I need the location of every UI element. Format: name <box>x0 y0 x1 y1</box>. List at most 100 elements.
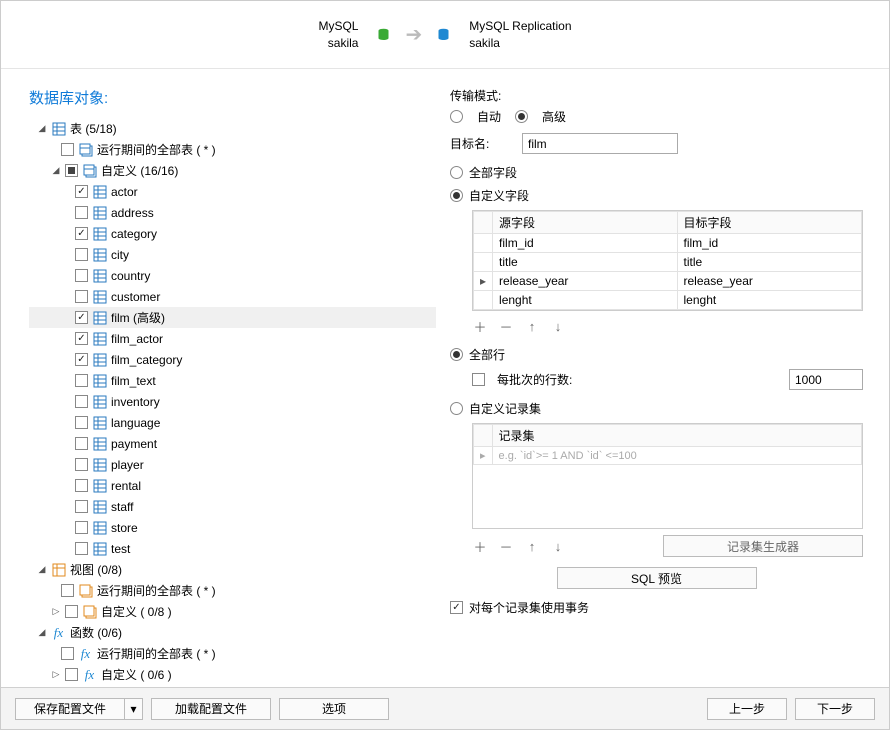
tree-table-country[interactable]: country <box>29 265 436 286</box>
table-icon <box>92 352 107 367</box>
tree-node-functions-custom[interactable]: ▷ fx 自定义 ( 0/6 ) <box>29 664 436 685</box>
field-row[interactable]: lenghtlenght <box>474 291 862 310</box>
table-multi-icon <box>78 583 93 598</box>
all-rows-label: 全部行 <box>469 346 505 363</box>
target-name-input[interactable] <box>522 133 678 154</box>
tree-table-staff[interactable]: staff <box>29 496 436 517</box>
all-fields-label: 全部字段 <box>469 164 517 181</box>
tree-table-test[interactable]: test <box>29 538 436 559</box>
checkbox-icon[interactable] <box>75 542 88 555</box>
custom-fields-label: 自定义字段 <box>469 187 529 204</box>
checkbox-icon[interactable] <box>75 374 88 387</box>
add-icon[interactable]: ＋ <box>472 317 488 336</box>
checkbox-icon[interactable] <box>75 353 88 366</box>
up-icon[interactable]: ↑ <box>524 539 540 554</box>
tree-table-inventory[interactable]: inventory <box>29 391 436 412</box>
down-icon[interactable]: ↓ <box>550 539 566 554</box>
field-row[interactable]: ▸release_yearrelease_year <box>474 272 862 291</box>
tree-label: 函数 (0/6) <box>70 624 122 641</box>
radio-advanced[interactable] <box>515 110 528 123</box>
tree-node-views-runtime[interactable]: 运行期间的全部表 ( * ) <box>29 580 436 601</box>
checkbox-icon[interactable] <box>75 395 88 408</box>
tree-table-customer[interactable]: customer <box>29 286 436 307</box>
checkbox-icon[interactable] <box>75 458 88 471</box>
batch-input[interactable] <box>789 369 863 390</box>
checkbox-icon[interactable] <box>75 185 88 198</box>
radio-auto-label: 自动 <box>477 108 501 125</box>
checkbox-batch[interactable] <box>472 373 485 386</box>
tree-table-payment[interactable]: payment <box>29 433 436 454</box>
field-row[interactable]: film_idfilm_id <box>474 234 862 253</box>
radio-advanced-label: 高级 <box>542 108 566 125</box>
checkbox-icon[interactable] <box>75 500 88 513</box>
tree-node-views-custom[interactable]: ▷ 自定义 ( 0/8 ) <box>29 601 436 622</box>
tree-node-functions-runtime[interactable]: fx 运行期间的全部表 ( * ) <box>29 643 436 664</box>
load-profile-button[interactable]: 加载配置文件 <box>151 698 271 720</box>
tree-table-city[interactable]: city <box>29 244 436 265</box>
generator-button[interactable]: 记录集生成器 <box>663 535 863 557</box>
options-button[interactable]: 选项 <box>279 698 389 720</box>
checkbox-icon[interactable] <box>65 668 78 681</box>
tree-node-tables-runtime[interactable]: 运行期间的全部表 ( * ) <box>29 139 436 160</box>
checkbox-icon[interactable] <box>75 332 88 345</box>
remove-icon[interactable]: － <box>498 537 514 556</box>
tree-table-language[interactable]: language <box>29 412 436 433</box>
tree-label: test <box>111 542 130 556</box>
save-profile-button[interactable]: 保存配置文件 <box>15 698 125 720</box>
field-row[interactable]: titletitle <box>474 253 862 272</box>
checkbox-icon[interactable] <box>75 206 88 219</box>
remove-icon[interactable]: － <box>498 317 514 336</box>
up-icon[interactable]: ↑ <box>524 319 540 334</box>
down-icon[interactable]: ↓ <box>550 319 566 334</box>
tree-table-film_actor[interactable]: film_actor <box>29 328 436 349</box>
radio-auto[interactable] <box>450 110 463 123</box>
tree-table-player[interactable]: player <box>29 454 436 475</box>
table-multi-icon <box>82 604 97 619</box>
checkbox-icon[interactable] <box>75 311 88 324</box>
field-mapping-grid[interactable]: 源字段目标字段 film_idfilm_idtitletitle▸release… <box>472 210 863 311</box>
radio-custom-fields[interactable] <box>450 189 463 202</box>
tree-node-functions[interactable]: ◢ fx 函数 (0/6) <box>29 622 436 643</box>
tree-label: 运行期间的全部表 ( * ) <box>97 141 216 158</box>
tree-table-film_text[interactable]: film_text <box>29 370 436 391</box>
tree-table-film_category[interactable]: film_category <box>29 349 436 370</box>
next-button[interactable]: 下一步 <box>795 698 875 720</box>
tree-table-rental[interactable]: rental <box>29 475 436 496</box>
tree-table-actor[interactable]: actor <box>29 181 436 202</box>
radio-custom-records[interactable] <box>450 402 463 415</box>
tables-icon <box>51 121 66 136</box>
tree-table-address[interactable]: address <box>29 202 436 223</box>
tree-table-category[interactable]: category <box>29 223 436 244</box>
source-type: MySQL <box>318 18 358 35</box>
checkbox-icon[interactable] <box>65 605 78 618</box>
checkbox-use-transaction[interactable] <box>450 601 463 614</box>
recordset-grid[interactable]: 记录集 ▸e.g. `id`>= 1 AND `id` <=100 <box>472 423 863 529</box>
tree-node-views[interactable]: ◢ 视图 (0/8) <box>29 559 436 580</box>
checkbox-icon[interactable] <box>61 647 74 660</box>
checkbox-partial-icon[interactable] <box>65 164 78 177</box>
target-type: MySQL Replication <box>469 18 571 35</box>
prev-button[interactable]: 上一步 <box>707 698 787 720</box>
tree-node-tables[interactable]: ◢ 表 (5/18) <box>29 118 436 139</box>
add-icon[interactable]: ＋ <box>472 537 488 556</box>
save-profile-dropdown[interactable]: ▾ <box>125 698 143 720</box>
tree-node-tables-custom[interactable]: ◢ 自定义 (16/16) <box>29 160 436 181</box>
checkbox-icon[interactable] <box>75 290 88 303</box>
checkbox-icon[interactable] <box>75 269 88 282</box>
recordset-placeholder[interactable]: e.g. `id`>= 1 AND `id` <=100 <box>492 447 861 465</box>
tree-table-store[interactable]: store <box>29 517 436 538</box>
checkbox-icon[interactable] <box>61 584 74 597</box>
tree-label: rental <box>111 479 141 493</box>
checkbox-icon[interactable] <box>75 227 88 240</box>
tree-table-film (高级)[interactable]: film (高级) <box>29 307 436 328</box>
sql-preview-button[interactable]: SQL 预览 <box>557 567 757 589</box>
radio-all-rows[interactable] <box>450 348 463 361</box>
checkbox-icon[interactable] <box>75 521 88 534</box>
table-icon <box>92 310 107 325</box>
radio-all-fields[interactable] <box>450 166 463 179</box>
checkbox-icon[interactable] <box>75 416 88 429</box>
checkbox-icon[interactable] <box>75 479 88 492</box>
checkbox-icon[interactable] <box>75 437 88 450</box>
checkbox-icon[interactable] <box>75 248 88 261</box>
checkbox-icon[interactable] <box>61 143 74 156</box>
